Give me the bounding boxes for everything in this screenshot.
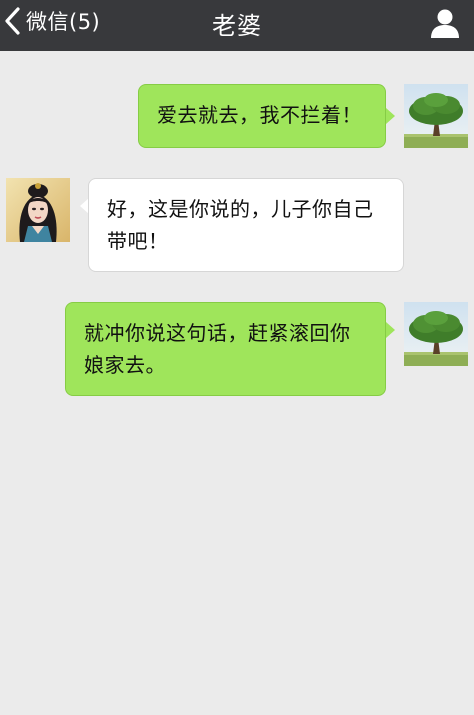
my-avatar[interactable] <box>404 84 468 148</box>
tree-avatar-icon <box>404 84 468 148</box>
chat-area[interactable]: 爱去就去，我不拦着！ 好，这是你说的，儿子你自己带吧！ 就冲你说这句话，赶紧滚回… <box>0 51 474 715</box>
chat-title: 老婆 <box>212 12 262 40</box>
message-bubble-received[interactable]: 好，这是你说的，儿子你自己带吧！ <box>88 178 404 272</box>
message-text: 爱去就去，我不拦着！ <box>157 103 362 127</box>
message-bubble-sent[interactable]: 就冲你说这句话，赶紧滚回你娘家去。 <box>65 302 386 396</box>
bubble-tail <box>386 322 395 338</box>
message-text: 就冲你说这句话，赶紧滚回你娘家去。 <box>84 321 351 377</box>
bubble-tail <box>386 108 395 124</box>
navigation-bar: 微信(5) 老婆 <box>0 0 474 51</box>
message-text: 好，这是你说的，儿子你自己带吧！ <box>107 197 374 253</box>
person-icon <box>431 9 459 38</box>
contact-profile-button[interactable] <box>428 6 462 40</box>
woman-portrait-avatar-icon <box>6 178 70 242</box>
message-bubble-sent[interactable]: 爱去就去，我不拦着！ <box>138 84 386 148</box>
tree-avatar-icon <box>404 302 468 366</box>
my-avatar[interactable] <box>404 302 468 366</box>
contact-avatar[interactable] <box>6 178 70 242</box>
